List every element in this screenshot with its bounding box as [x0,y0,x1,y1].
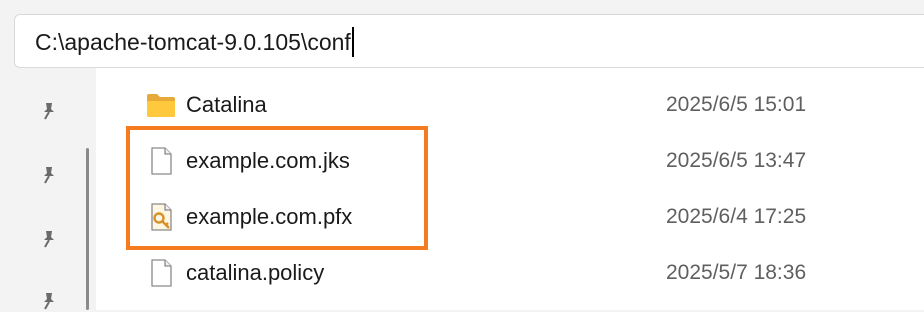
file-row-example-pfx[interactable]: example.com.pfx 2025/6/4 17:25 [142,197,902,237]
file-row-catalina-policy[interactable]: catalina.policy 2025/5/7 18:36 [142,253,902,293]
file-icon [151,259,172,287]
pin-icon[interactable] [38,290,60,312]
address-bar[interactable]: C:\apache-tomcat-9.0.105\conf [14,14,924,68]
address-path: C:\apache-tomcat-9.0.105\conf [35,29,351,55]
file-name: Catalina [186,92,267,117]
file-date-modified: 2025/6/5 13:47 [666,149,807,172]
file-icon [151,147,172,175]
file-list: Catalina 2025/6/5 15:01 example.com.jks … [96,68,924,310]
pin-icon[interactable] [38,164,60,186]
file-date-modified: 2025/6/4 17:25 [666,205,807,228]
file-name: example.com.jks [186,148,350,173]
certificate-file-icon [151,203,172,231]
file-row-example-jks[interactable]: example.com.jks 2025/6/5 13:47 [142,141,902,181]
file-date-modified: 2025/5/7 18:36 [666,261,807,284]
nav-scrollbar[interactable] [86,148,89,310]
address-input[interactable]: C:\apache-tomcat-9.0.105\conf [35,15,354,67]
file-row-catalina[interactable]: Catalina 2025/6/5 15:01 [142,85,902,125]
file-name: catalina.policy [186,260,325,285]
file-name: example.com.pfx [186,204,353,229]
pin-icon[interactable] [38,228,60,250]
pin-icon[interactable] [38,100,60,122]
text-caret [351,26,354,57]
file-date-modified: 2025/6/5 15:01 [666,93,807,116]
folder-icon [147,94,175,117]
